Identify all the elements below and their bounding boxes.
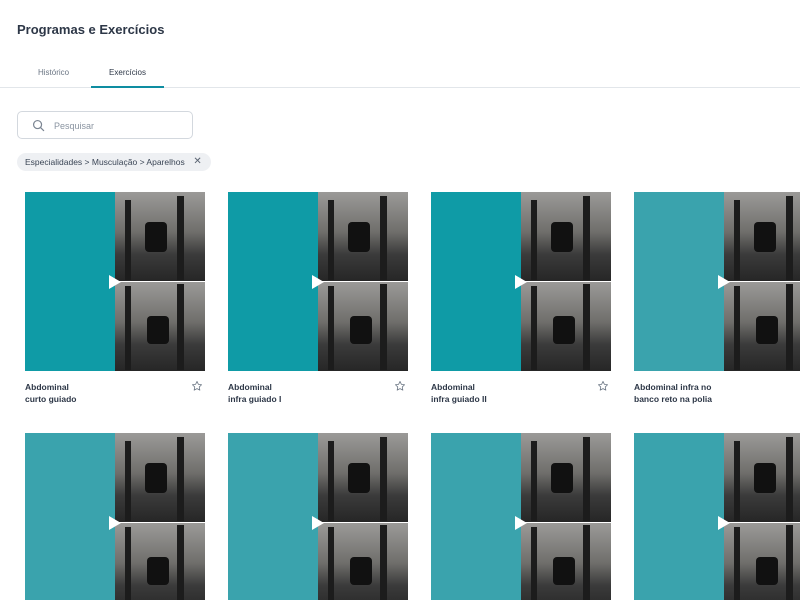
exercise-photo-top xyxy=(521,433,611,522)
exercise-title-line-1: Abdominal xyxy=(431,382,475,392)
exercise-title[interactable]: Abdominal infra guiado I xyxy=(228,381,378,405)
exercise-photo-top xyxy=(115,433,205,522)
exercise-photo-top xyxy=(521,192,611,281)
exercise-photo-bottom xyxy=(115,282,205,371)
exercise-video-thumbnail[interactable] xyxy=(634,192,800,371)
thumbnail-teal-panel xyxy=(431,433,521,600)
search-input[interactable] xyxy=(54,118,184,133)
exercise-video-thumbnail[interactable] xyxy=(634,433,800,600)
exercise-title-line-2: banco reto na polia xyxy=(634,394,712,404)
exercise-title[interactable]: Abdominal infra guiado II xyxy=(431,381,581,405)
exercise-photo-top xyxy=(115,192,205,281)
page-title: Programas e Exercícios xyxy=(17,22,165,37)
filter-chip: Especialidades > Musculação > Aparelhos … xyxy=(17,153,211,171)
exercise-video-thumbnail[interactable] xyxy=(25,192,205,371)
play-icon xyxy=(109,516,121,530)
exercise-title-line-2: curto guiado xyxy=(25,394,77,404)
exercise-title-line-2: infra guiado I xyxy=(228,394,282,404)
exercise-photo-bottom xyxy=(318,282,408,371)
exercise-title[interactable]: Abdominal infra no banco reto na polia xyxy=(634,381,784,405)
close-icon[interactable]: ✕ xyxy=(193,153,201,171)
star-icon[interactable] xyxy=(394,380,406,392)
play-icon xyxy=(718,516,730,530)
exercise-video-thumbnail[interactable] xyxy=(25,433,205,600)
play-icon xyxy=(312,516,324,530)
tab-bar: Histórico Exercícios xyxy=(0,60,800,88)
tab-historico[interactable]: Histórico xyxy=(38,68,69,77)
exercise-photo-bottom xyxy=(521,282,611,371)
exercise-video-thumbnail[interactable] xyxy=(228,192,408,371)
play-icon xyxy=(515,275,527,289)
search-icon xyxy=(32,119,45,132)
exercise-photo-top xyxy=(318,192,408,281)
thumbnail-teal-panel xyxy=(228,192,318,371)
exercise-title-line-1: Abdominal xyxy=(228,382,272,392)
exercise-photo-bottom xyxy=(115,523,205,600)
thumbnail-teal-panel xyxy=(25,192,115,371)
thumbnail-teal-panel xyxy=(25,433,115,600)
tab-exercicios[interactable]: Exercícios xyxy=(91,68,164,88)
exercise-title-line-2: infra guiado II xyxy=(431,394,487,404)
play-icon xyxy=(109,275,121,289)
exercise-photo-top xyxy=(724,192,800,281)
star-icon[interactable] xyxy=(597,380,609,392)
exercise-photo-bottom xyxy=(724,523,800,600)
exercise-title-line-1: Abdominal xyxy=(25,382,69,392)
exercise-photo-bottom xyxy=(724,282,800,371)
exercise-title-line-1: Abdominal infra no xyxy=(634,382,712,392)
thumbnail-teal-panel xyxy=(634,192,724,371)
exercise-title[interactable]: Abdominal curto guiado xyxy=(25,381,175,405)
exercise-photo-bottom xyxy=(521,523,611,600)
exercise-video-thumbnail[interactable] xyxy=(431,433,611,600)
thumbnail-teal-panel xyxy=(431,192,521,371)
play-icon xyxy=(312,275,324,289)
play-icon xyxy=(515,516,527,530)
thumbnail-teal-panel xyxy=(228,433,318,600)
star-icon[interactable] xyxy=(191,380,203,392)
exercise-video-thumbnail[interactable] xyxy=(431,192,611,371)
exercise-video-thumbnail[interactable] xyxy=(228,433,408,600)
exercise-photo-top xyxy=(318,433,408,522)
play-icon xyxy=(718,275,730,289)
thumbnail-teal-panel xyxy=(634,433,724,600)
exercise-photo-bottom xyxy=(318,523,408,600)
search-box xyxy=(17,111,193,139)
exercise-photo-top xyxy=(724,433,800,522)
filter-chip-label: Especialidades > Musculação > Aparelhos xyxy=(25,157,185,167)
